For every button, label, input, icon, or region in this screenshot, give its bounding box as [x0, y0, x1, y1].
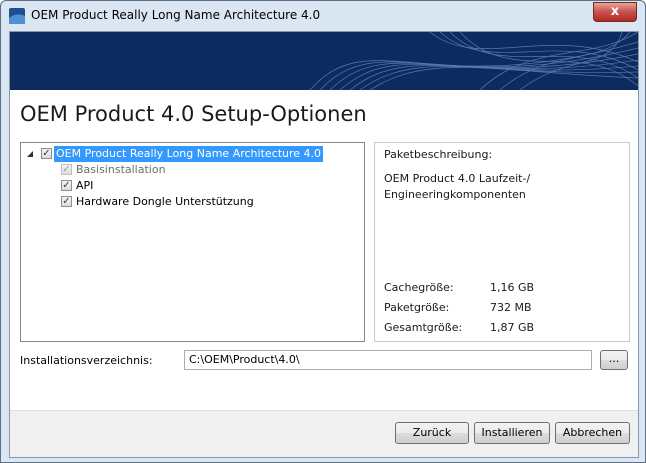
description-heading: Paketbeschreibung:: [384, 148, 493, 161]
dongle-checkbox[interactable]: ✓: [61, 196, 72, 207]
tree-item-label: Basisinstallation: [76, 163, 166, 176]
window-title: OEM Product Really Long Name Architectur…: [31, 8, 321, 22]
page-title: OEM Product 4.0 Setup-Optionen: [20, 102, 367, 126]
title-bar[interactable]: OEM Product Really Long Name Architectur…: [1, 1, 645, 31]
install-dir-input[interactable]: C:\OEM\Product\4.0\: [184, 350, 592, 370]
header-banner: [10, 32, 638, 90]
tree-item-label[interactable]: Hardware Dongle Unterstützung: [76, 194, 254, 210]
wave-graphic: [309, 32, 638, 90]
tree-item-basis[interactable]: ✓ Basisinstallation: [21, 162, 361, 178]
total-size-label: Gesamtgröße:: [384, 321, 463, 334]
api-checkbox[interactable]: ✓: [61, 180, 72, 191]
install-button[interactable]: Installieren: [474, 422, 550, 444]
collapse-arrow-icon[interactable]: [27, 151, 33, 157]
root-checkbox[interactable]: ✓: [41, 148, 52, 159]
installer-window: OEM Product Really Long Name Architectur…: [0, 0, 646, 463]
package-size-label: Paketgröße:: [384, 301, 450, 314]
description-line-2: Engineeringkomponenten: [384, 188, 526, 201]
back-button[interactable]: Zurück: [395, 422, 469, 444]
footer-divider: [10, 410, 638, 411]
browse-button[interactable]: ...: [600, 350, 628, 370]
description-panel: Paketbeschreibung: OEM Product 4.0 Laufz…: [374, 142, 630, 342]
basis-checkbox: ✓: [61, 164, 72, 175]
description-line-1: OEM Product 4.0 Laufzeit-/: [384, 172, 531, 185]
dialog-content: OEM Product 4.0 Setup-Optionen ✓ OEM Pro…: [9, 31, 639, 458]
tree-root-row[interactable]: ✓ OEM Product Really Long Name Architect…: [21, 146, 361, 162]
cancel-button[interactable]: Abbrechen: [555, 422, 630, 444]
app-icon: [9, 8, 25, 24]
tree-item-dongle[interactable]: ✓ Hardware Dongle Unterstützung: [21, 194, 361, 210]
tree-item-api[interactable]: ✓ API: [21, 178, 361, 194]
close-icon: x: [610, 4, 620, 19]
close-button[interactable]: x: [593, 2, 637, 22]
tree-item-label[interactable]: API: [76, 178, 93, 194]
total-size-value: 1,87 GB: [490, 321, 535, 334]
package-size-value: 732 MB: [490, 301, 532, 314]
feature-tree[interactable]: ✓ OEM Product Really Long Name Architect…: [20, 142, 365, 342]
tree-root-label[interactable]: OEM Product Really Long Name Architectur…: [54, 146, 324, 162]
install-dir-label: Installationsverzeichnis:: [20, 354, 153, 367]
cache-size-value: 1,16 GB: [490, 281, 535, 294]
cache-size-label: Cachegröße:: [384, 281, 454, 294]
